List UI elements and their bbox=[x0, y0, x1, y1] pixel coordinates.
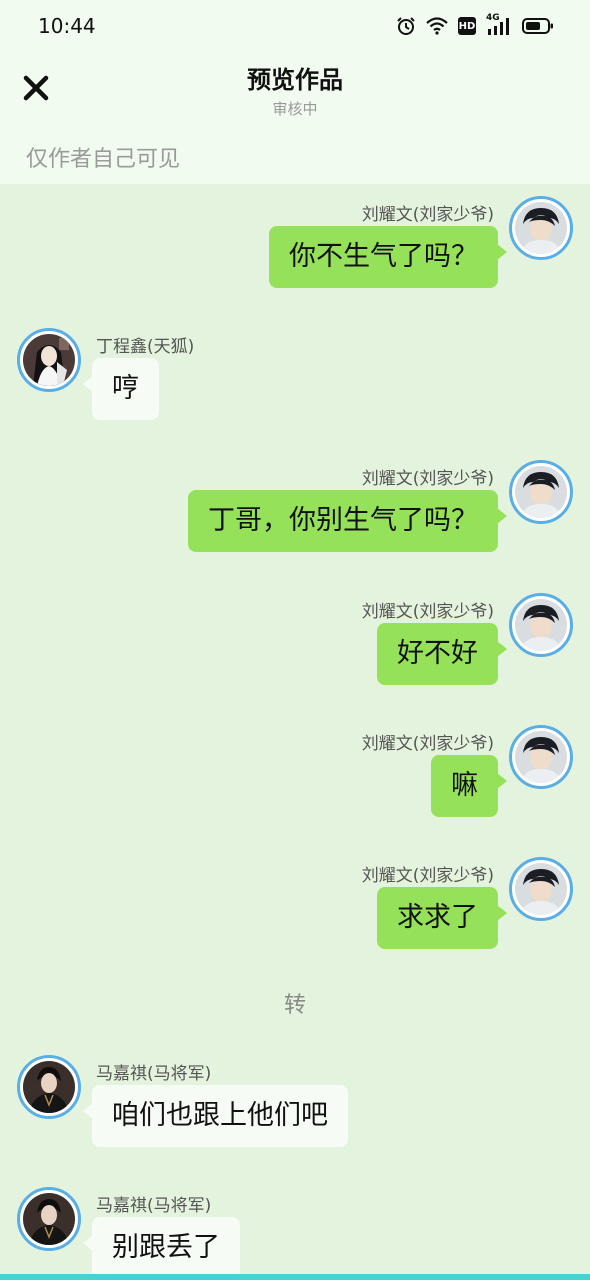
avatar-liu-yaowen[interactable] bbox=[509, 857, 573, 921]
status-time: 10:44 bbox=[38, 14, 96, 38]
sender-name: 刘耀文(刘家少爷) bbox=[361, 866, 494, 886]
visibility-note: 仅作者自己可见 bbox=[26, 147, 181, 172]
narration-text: 转 bbox=[283, 993, 306, 1018]
message-bubble[interactable]: 好不好 bbox=[377, 623, 507, 685]
sender-name: 马嘉祺(马将军) bbox=[96, 1196, 212, 1216]
avatar-ding-chengxin[interactable] bbox=[17, 328, 81, 392]
status-icons: HD 4G bbox=[396, 13, 554, 38]
page-title: 预览作品 bbox=[247, 66, 343, 94]
sender-name: 刘耀文(刘家少爷) bbox=[361, 734, 494, 754]
message-bubble[interactable]: 你不生气了吗？ bbox=[269, 226, 507, 288]
sender-name: 刘耀文(刘家少爷) bbox=[361, 602, 494, 622]
top-bar: 10:44 HD 4G 预览作品 审核中 仅作者自己可见 bbox=[0, 0, 590, 184]
message-bubble[interactable]: 别跟丢了 bbox=[83, 1217, 240, 1279]
avatar-liu-yaowen[interactable] bbox=[509, 460, 573, 524]
review-status: 审核中 bbox=[272, 100, 318, 118]
bottom-strip bbox=[0, 1274, 590, 1280]
wifi-icon bbox=[426, 17, 448, 35]
message-bubble[interactable]: 丁哥，你别生气了吗？ bbox=[188, 490, 507, 552]
avatar-liu-yaowen[interactable] bbox=[509, 593, 573, 657]
alarm-icon bbox=[397, 17, 415, 35]
avatar-ma-jiaqi[interactable] bbox=[17, 1055, 81, 1119]
message-bubble[interactable]: 嘛 bbox=[431, 755, 507, 817]
4g-signal-icon: 4G bbox=[486, 13, 512, 36]
avatar-ma-jiaqi[interactable] bbox=[17, 1187, 81, 1251]
status-bar: 10:44 HD 4G bbox=[0, 0, 590, 52]
message-bubble[interactable]: 求求了 bbox=[377, 887, 507, 949]
sender-name: 马嘉祺(马将军) bbox=[96, 1064, 212, 1084]
sender-name: 刘耀文(刘家少爷) bbox=[361, 469, 494, 489]
message-bubble[interactable]: 哼 bbox=[83, 358, 159, 420]
avatar-liu-yaowen[interactable] bbox=[509, 196, 573, 260]
avatar-liu-yaowen[interactable] bbox=[509, 725, 573, 789]
sender-name: 丁程鑫(天狐) bbox=[96, 337, 195, 357]
hd-icon: HD bbox=[458, 17, 476, 35]
message-bubble[interactable]: 咱们也跟上他们吧 bbox=[83, 1085, 348, 1147]
chat-area[interactable]: 刘耀文(刘家少爷) 你不生气了吗？ 丁程鑫(天狐) 哼 刘耀文(刘家少爷) 丁哥… bbox=[0, 184, 590, 1280]
sender-name: 刘耀文(刘家少爷) bbox=[361, 205, 494, 225]
battery-icon bbox=[522, 18, 553, 34]
